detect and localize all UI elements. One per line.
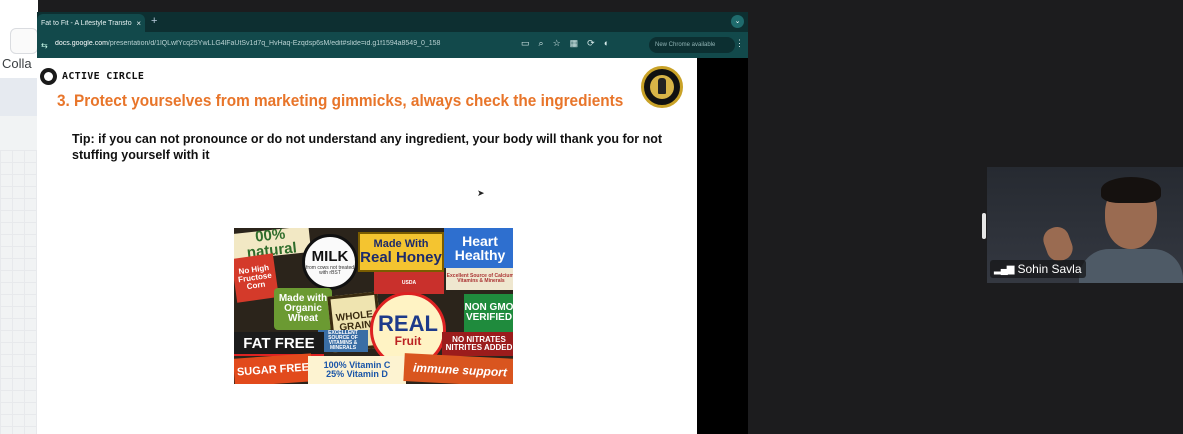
left-app-selection-bar bbox=[0, 78, 38, 116]
participant-name-label: ▂▄▆ Sohin Savla bbox=[990, 260, 1086, 278]
url-path: /presentation/d/1lQLwfYcq25YwLLG4lFaUtSv… bbox=[107, 40, 441, 47]
logo-mark-icon bbox=[40, 68, 57, 85]
tab-title: Fat to Fit - A Lifestyle Transfo bbox=[41, 19, 132, 27]
logo-text: ACTIVE CIRCLE bbox=[62, 71, 145, 82]
label-real-honey: Made With Real Honey bbox=[358, 232, 444, 272]
extension-icon[interactable]: ▦ bbox=[570, 38, 579, 49]
viewer-dark-margin bbox=[697, 58, 748, 434]
sync-icon[interactable]: ⟳ bbox=[587, 38, 595, 49]
left-app-grid bbox=[0, 150, 38, 434]
label-milk-text: MILK bbox=[311, 247, 349, 265]
browser-window: Fat to Fit - A Lifestyle Transfo × + ⌄ ⇆… bbox=[37, 12, 748, 434]
slide-title: 3. Protect yourselves from marketing gim… bbox=[57, 92, 624, 110]
new-tab-icon[interactable]: + bbox=[151, 15, 157, 27]
browser-toolbar: ⇆ docs.google.com/presentation/d/1lQLwfY… bbox=[37, 32, 748, 58]
zoom-icon[interactable]: ⌕ bbox=[539, 38, 544, 49]
screen: Colla Fat to Fit - A Lifestyle Transfo ×… bbox=[0, 0, 1183, 434]
mouse-cursor-icon: ➤ bbox=[477, 188, 485, 198]
label-fruit-text: Fruit bbox=[394, 334, 422, 348]
active-circle-logo: ACTIVE CIRCLE bbox=[40, 68, 144, 85]
label-non-gmo: NON GMO VERIFIED bbox=[464, 294, 513, 332]
toolbar-icons: ▭ ⌕ ☆ ▦ ⟳ ◐ bbox=[521, 38, 609, 49]
tab-search-icon[interactable]: ⌄ bbox=[731, 15, 744, 28]
presentation-slide: ACTIVE CIRCLE 3. Protect yourselves from… bbox=[37, 58, 697, 434]
slide-tip-text: Tip: if you can not pronounce or do not … bbox=[72, 132, 663, 162]
tab-strip: Fat to Fit - A Lifestyle Transfo × + ⌄ bbox=[37, 12, 748, 32]
label-real-text: REAL bbox=[378, 311, 438, 336]
label-usda: USDA bbox=[374, 272, 444, 294]
label-milk-sub: from cows not treated with rBST bbox=[305, 264, 355, 276]
participant-hair bbox=[1101, 177, 1161, 203]
label-vitamin-d-text: 25% Vitamin D bbox=[326, 369, 388, 379]
label-vitamin-c: 100% Vitamin C 25% Vitamin D bbox=[308, 356, 406, 384]
menu-kebab-icon[interactable]: ⋮ bbox=[735, 38, 744, 49]
star-icon[interactable]: ☆ bbox=[553, 38, 561, 49]
left-app-button[interactable] bbox=[10, 28, 38, 54]
food-label-collage-image: 00% natural MILK from cows not treated w… bbox=[234, 228, 513, 384]
label-sugar-free: SUGAR FREE bbox=[234, 353, 313, 384]
video-resize-handle[interactable] bbox=[982, 213, 986, 239]
profile-icon[interactable]: ◐ bbox=[604, 38, 609, 49]
participant-name: Sohin Savla bbox=[1017, 262, 1082, 276]
cast-icon[interactable]: ▭ bbox=[521, 38, 530, 49]
label-source-banner: Excellent Source of Calcium, Vitamins & … bbox=[446, 268, 513, 290]
tab-close-icon[interactable]: × bbox=[136, 19, 141, 28]
url-host: docs.google.com bbox=[55, 40, 108, 47]
label-immune-support: immune support bbox=[403, 353, 513, 384]
label-milk: MILK from cows not treated with rBST bbox=[302, 234, 358, 290]
update-chrome-pill[interactable]: New Chrome available bbox=[649, 37, 735, 53]
browser-tab[interactable]: Fat to Fit - A Lifestyle Transfo × bbox=[37, 14, 145, 32]
label-organic-wheat: Made with Organic Wheat bbox=[274, 288, 332, 330]
left-app-panel: Colla bbox=[0, 0, 38, 434]
brand-seal-icon bbox=[641, 66, 683, 108]
signal-bars-icon: ▂▄▆ bbox=[994, 263, 1014, 275]
site-info-icon[interactable]: ⇆ bbox=[41, 41, 48, 50]
label-no-hfcs: No High Fructose Corn bbox=[234, 253, 279, 303]
label-excellent-source: EXCELLENT SOURCE OF VITAMINS & MINERALS bbox=[318, 330, 368, 352]
seal-figure bbox=[658, 78, 666, 94]
left-app-label: Colla bbox=[2, 56, 32, 71]
label-real-honey-text: Real Honey bbox=[360, 249, 442, 266]
label-no-nitrates: NO NITRATES NITRITES ADDED bbox=[442, 332, 513, 356]
participant-video-tile[interactable]: ▂▄▆ Sohin Savla bbox=[987, 167, 1183, 283]
participant-body bbox=[1079, 249, 1183, 283]
left-app-topbar: Colla bbox=[0, 0, 38, 78]
label-heart-healthy: Heart Healthy bbox=[444, 228, 513, 268]
address-bar[interactable]: docs.google.com/presentation/d/1lQLwfYcq… bbox=[55, 40, 515, 47]
